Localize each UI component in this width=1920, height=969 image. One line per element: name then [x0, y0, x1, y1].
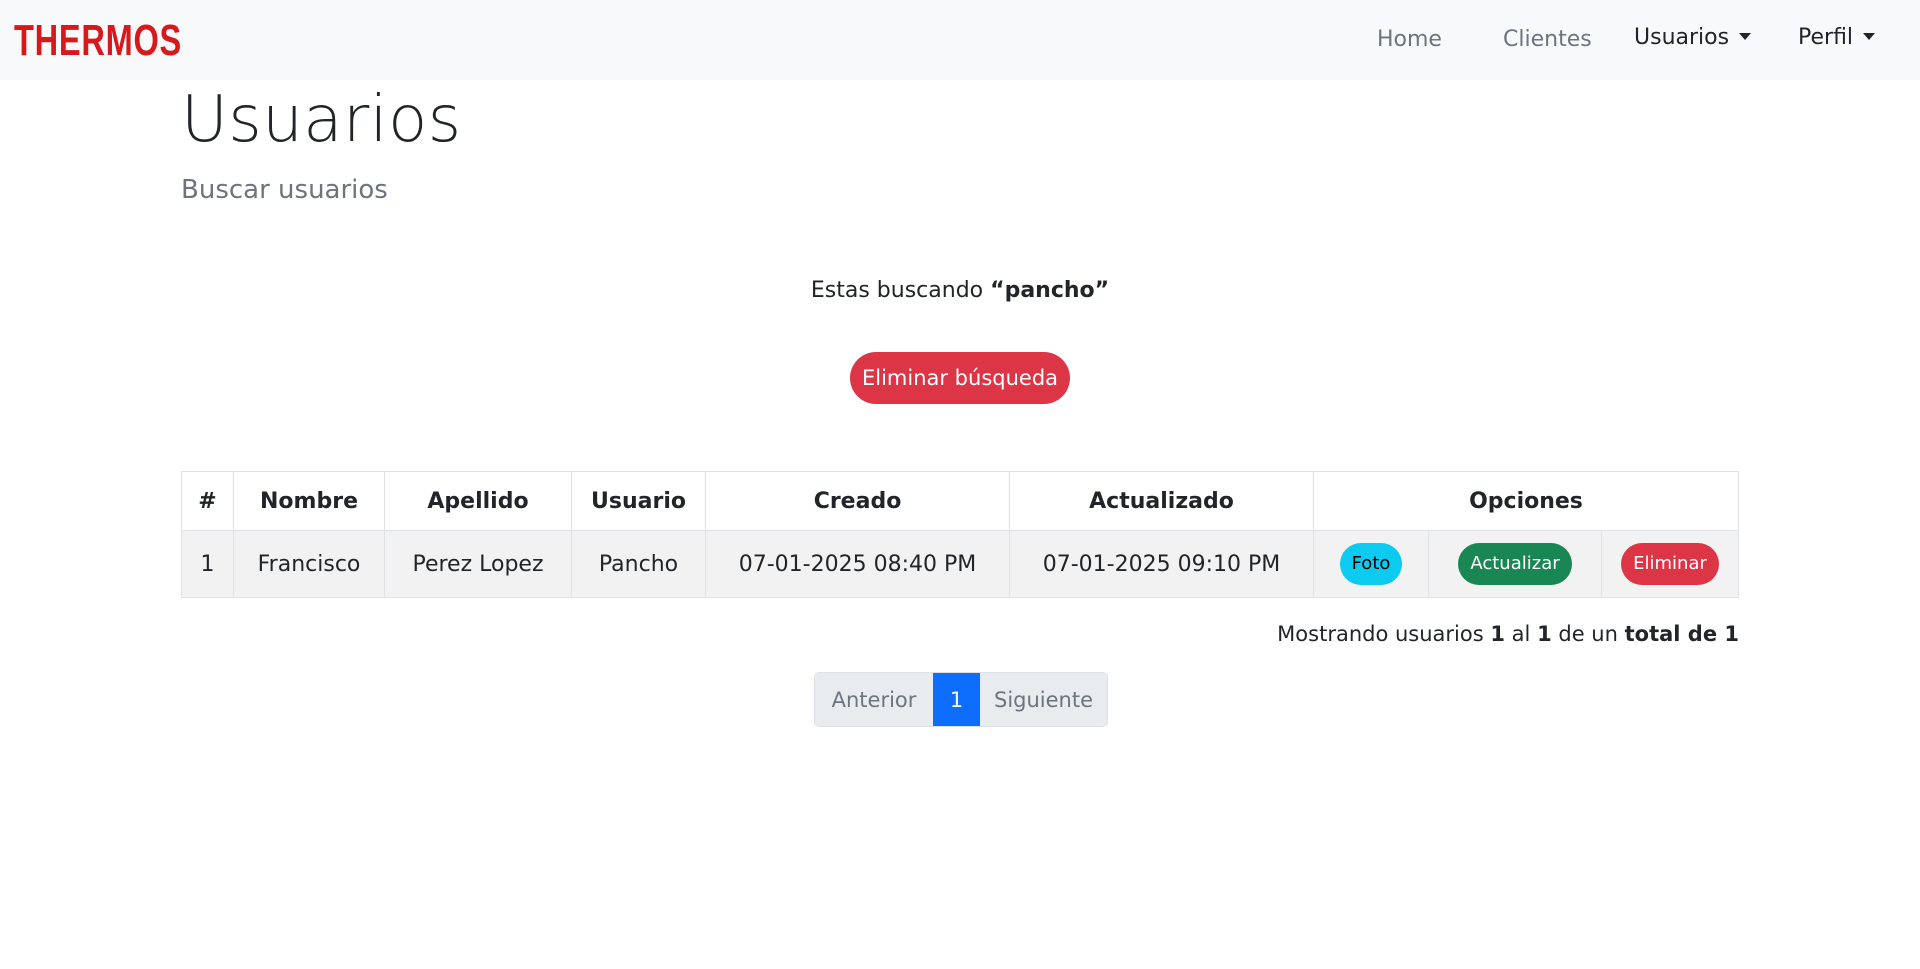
- cell-creado: 07-01-2025 08:40 PM: [705, 530, 1010, 598]
- cell-apellido: Perez Lopez: [384, 530, 572, 598]
- column-header-number: #: [181, 471, 234, 531]
- nav-dropdown-perfil-label: Perfil: [1798, 25, 1854, 50]
- navbar: THERMOS Home Clientes Usuarios Perfil: [0, 0, 1920, 80]
- caret-down-icon: [1863, 33, 1876, 40]
- column-header-usuario: Usuario: [571, 471, 706, 531]
- cell-actualizar: Actualizar: [1428, 530, 1602, 598]
- pagination-page-1[interactable]: 1: [933, 673, 980, 726]
- summary-text-3: de un: [1558, 622, 1618, 646]
- summary-total: total de 1: [1624, 622, 1739, 646]
- users-table: # Nombre Apellido Usuario Creado Actuali…: [181, 471, 1739, 598]
- nav-link-clientes[interactable]: Clientes: [1503, 27, 1592, 53]
- column-header-nombre: Nombre: [233, 471, 385, 531]
- search-summary: Estas buscando “pancho”: [0, 277, 1920, 305]
- cell-usuario: Pancho: [571, 530, 706, 598]
- nav-dropdown-perfil[interactable]: Perfil: [1798, 25, 1876, 51]
- pagination: Anterior 1 Siguiente: [814, 672, 1108, 727]
- pagination-next[interactable]: Siguiente: [980, 673, 1107, 726]
- column-header-actualizado: Actualizado: [1009, 471, 1314, 531]
- results-summary: Mostrando usuarios 1 al 1 de un total de…: [1277, 620, 1739, 648]
- cell-foto: Foto: [1313, 530, 1429, 598]
- photo-button[interactable]: Foto: [1339, 543, 1403, 585]
- cell-eliminar: Eliminar: [1601, 530, 1739, 598]
- summary-from: 1: [1490, 622, 1505, 646]
- cell-nombre: Francisco: [233, 530, 385, 598]
- search-term: “pancho”: [990, 278, 1110, 303]
- column-header-creado: Creado: [705, 471, 1010, 531]
- summary-text-2: al: [1511, 622, 1531, 646]
- pagination-prev[interactable]: Anterior: [815, 673, 933, 726]
- cell-number: 1: [181, 530, 234, 598]
- brand-logo[interactable]: THERMOS: [14, 18, 182, 64]
- nav-dropdown-usuarios-label: Usuarios: [1634, 25, 1730, 50]
- table-header-row: # Nombre Apellido Usuario Creado Actuali…: [181, 471, 1739, 531]
- column-header-opciones: Opciones: [1313, 471, 1739, 531]
- page-title: Usuarios: [181, 83, 462, 157]
- clear-search-button[interactable]: Eliminar búsqueda: [850, 352, 1070, 404]
- nav-dropdown-usuarios[interactable]: Usuarios: [1634, 25, 1752, 51]
- cell-actualizado: 07-01-2025 09:10 PM: [1009, 530, 1314, 598]
- summary-to: 1: [1537, 622, 1552, 646]
- table-row: 1 Francisco Perez Lopez Pancho 07-01-202…: [181, 530, 1739, 598]
- delete-button[interactable]: Eliminar: [1621, 543, 1719, 585]
- column-header-apellido: Apellido: [384, 471, 572, 531]
- summary-text-1: Mostrando usuarios: [1277, 622, 1484, 646]
- search-prefix: Estas buscando: [810, 278, 984, 303]
- update-button[interactable]: Actualizar: [1458, 543, 1572, 585]
- caret-down-icon: [1739, 33, 1752, 40]
- nav-link-home[interactable]: Home: [1377, 27, 1442, 53]
- page-subtitle: Buscar usuarios: [181, 175, 388, 205]
